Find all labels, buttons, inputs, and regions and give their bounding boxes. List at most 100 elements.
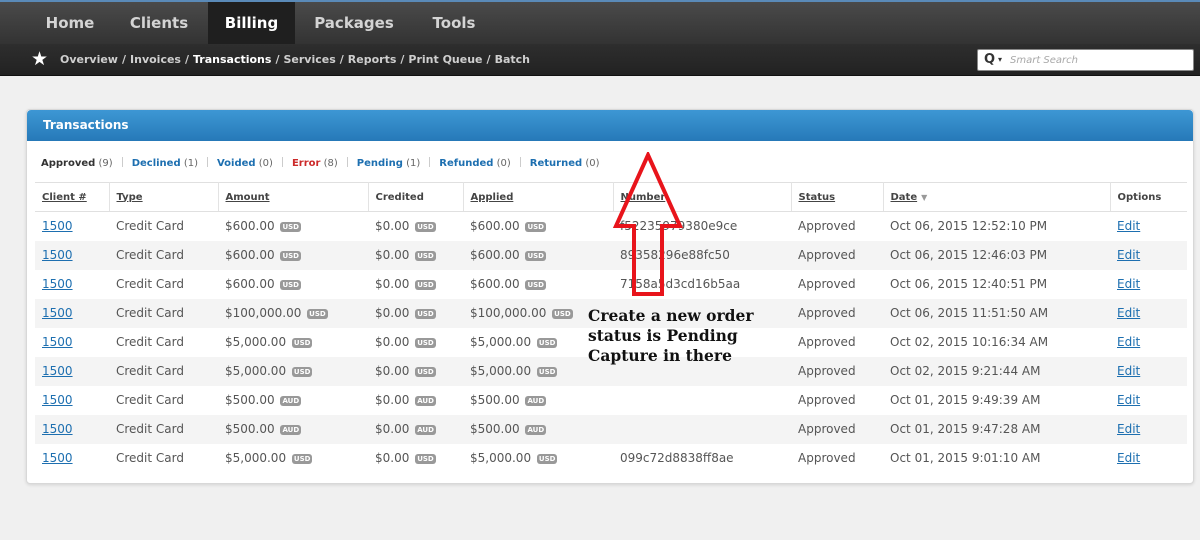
cell-client[interactable]: 1500	[35, 211, 109, 241]
currency-badge: USD	[415, 222, 436, 233]
cell-credited: $0.00 USD	[368, 443, 463, 473]
cell-options[interactable]: Edit	[1110, 298, 1187, 328]
cell-date: Oct 06, 2015 12:52:10 PM	[883, 211, 1110, 241]
currency-badge: USD	[536, 367, 558, 377]
cell-status: Approved	[791, 269, 883, 299]
currency-badge: USD	[415, 454, 436, 464]
status-filters: Approved (9) Declined (1) Voided (0) Error …	[41, 157, 600, 169]
cell-type: Credit Card	[109, 269, 218, 299]
cell-client[interactable]: 1500	[35, 240, 109, 270]
currency-badge: USD	[280, 280, 301, 290]
cell-options[interactable]: Edit	[1110, 269, 1187, 299]
currency-badge: AUD	[415, 425, 436, 435]
cell-client[interactable]: 1500	[35, 385, 109, 415]
cell-options[interactable]: Edit	[1110, 414, 1187, 444]
edit-link: Edit	[1117, 422, 1141, 436]
cell-credited: $0.00 AUD	[368, 414, 463, 444]
table-row: 1500 Credit Card $500.00 AUD $0.00 AUD $500.…	[35, 385, 1187, 415]
filter-error[interactable]: Error (8)	[292, 158, 338, 169]
chevron-down-icon[interactable]: ▾	[998, 55, 1002, 64]
cell-number	[613, 385, 791, 415]
star-icon[interactable]: ★	[31, 49, 48, 69]
cell-options[interactable]: Edit	[1110, 385, 1187, 415]
col-client[interactable]: Client #	[35, 182, 110, 212]
cell-applied: $500.00 AUD	[463, 414, 613, 444]
edit-link: Edit	[1117, 364, 1141, 378]
cell-credited: $0.00 USD	[368, 298, 463, 328]
col-applied[interactable]: Applied	[463, 182, 614, 212]
currency-badge: USD	[415, 309, 436, 319]
edit-link: Edit	[1117, 393, 1141, 407]
cell-options[interactable]: Edit	[1110, 211, 1187, 241]
currency-badge: USD	[536, 454, 558, 464]
col-status[interactable]: Status	[791, 182, 884, 212]
cell-type: Credit Card	[109, 414, 218, 444]
edit-link: Edit	[1117, 277, 1141, 291]
cell-client[interactable]: 1500	[35, 414, 109, 444]
cell-date: Oct 01, 2015 9:47:28 AM	[883, 414, 1110, 444]
currency-badge: USD	[415, 251, 436, 261]
table-row: 1500 Credit Card $600.00 USD $0.00 USD $600.…	[35, 211, 1187, 241]
tab-packages[interactable]: Packages	[304, 2, 404, 44]
currency-badge: USD	[291, 338, 313, 348]
cell-amount: $100,000.00 USD	[218, 298, 368, 328]
table-row: 1500 Credit Card $600.00 USD $0.00 USD $600.…	[35, 240, 1187, 270]
filter-pending[interactable]: Pending (1)	[357, 158, 420, 169]
search-input[interactable]	[1010, 53, 1185, 68]
cell-credited: $0.00 USD	[368, 211, 463, 241]
cell-client[interactable]: 1500	[35, 443, 109, 473]
tab-home[interactable]: Home	[30, 2, 110, 44]
crumb-reports[interactable]: Reports	[348, 53, 397, 66]
col-amount[interactable]: Amount	[218, 182, 369, 212]
crumb-services[interactable]: Services	[283, 53, 335, 66]
cell-client[interactable]: 1500	[35, 327, 109, 357]
currency-badge: AUD	[415, 396, 436, 406]
crumb-print-queue[interactable]: Print Queue	[408, 53, 482, 66]
filter-approved[interactable]: Approved (9)	[41, 158, 113, 169]
smart-search: Q ▾	[977, 49, 1194, 71]
currency-badge: USD	[415, 280, 436, 290]
crumb-transactions[interactable]: Transactions	[193, 53, 271, 66]
cell-amount: $600.00 USD	[218, 240, 368, 270]
tab-tools[interactable]: Tools	[416, 2, 492, 44]
cell-amount: $500.00 AUD	[218, 414, 368, 444]
cell-date: Oct 02, 2015 9:21:44 AM	[883, 356, 1110, 386]
filter-declined[interactable]: Declined (1)	[132, 158, 198, 169]
filter-returned[interactable]: Returned (0)	[530, 158, 600, 169]
tab-billing[interactable]: Billing	[208, 2, 295, 44]
cell-options[interactable]: Edit	[1110, 356, 1187, 386]
cell-amount: $600.00 USD	[218, 269, 368, 299]
cell-amount: $5,000.00 USD	[218, 327, 368, 357]
annotation-note: Create a new order status is Pending Cap…	[588, 306, 754, 365]
cell-options[interactable]: Edit	[1110, 327, 1187, 357]
table-row: 1500 Credit Card $5,000.00 USD $0.00 USD $5,…	[35, 443, 1187, 473]
cell-options[interactable]: Edit	[1110, 240, 1187, 270]
filter-refunded[interactable]: Refunded (0)	[439, 158, 511, 169]
crumb-overview[interactable]: Overview	[60, 53, 118, 66]
col-type[interactable]: Type	[109, 182, 219, 212]
tab-clients[interactable]: Clients	[118, 2, 200, 44]
filter-voided[interactable]: Voided (0)	[217, 158, 273, 169]
cell-type: Credit Card	[109, 211, 218, 241]
crumb-invoices[interactable]: Invoices	[130, 53, 181, 66]
search-icon[interactable]: Q	[984, 52, 995, 67]
cell-date: Oct 02, 2015 10:16:34 AM	[883, 327, 1110, 357]
cell-date: Oct 06, 2015 11:51:50 AM	[883, 298, 1110, 328]
sort-desc-icon: ▼	[921, 192, 928, 202]
currency-badge: USD	[552, 309, 573, 319]
currency-badge: USD	[525, 222, 546, 233]
cell-options[interactable]: Edit	[1110, 443, 1187, 473]
currency-badge: AUD	[525, 425, 547, 435]
cell-type: Credit Card	[109, 298, 218, 328]
cell-client[interactable]: 1500	[35, 269, 109, 299]
cell-applied: $600.00 USD	[463, 240, 613, 270]
cell-client[interactable]: 1500	[35, 298, 109, 328]
crumb-batch[interactable]: Batch	[495, 53, 530, 66]
col-date[interactable]: Date ▼	[883, 182, 1111, 212]
cell-date: Oct 01, 2015 9:01:10 AM	[883, 443, 1110, 473]
cell-client[interactable]: 1500	[35, 356, 109, 386]
cell-status: Approved	[791, 211, 883, 241]
currency-badge: USD	[415, 338, 436, 348]
panel-title: Transactions	[27, 110, 1193, 141]
cell-type: Credit Card	[109, 356, 218, 386]
